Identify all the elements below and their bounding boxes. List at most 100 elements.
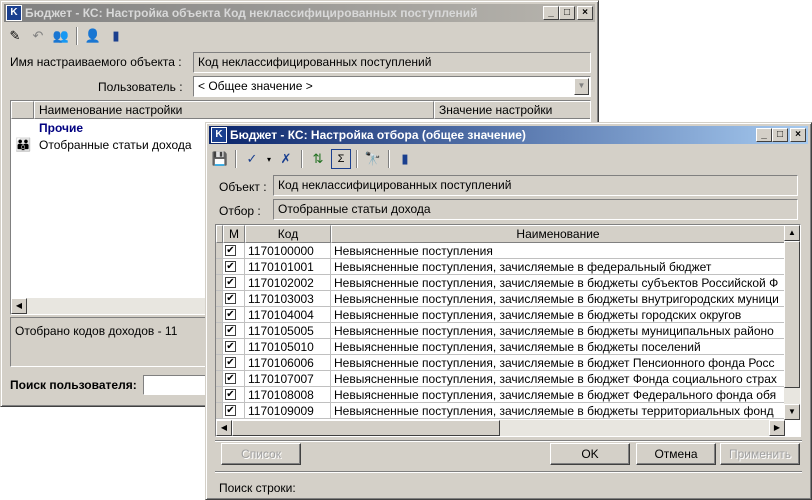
code-cell[interactable]: 1170104004 [245,307,331,323]
name-cell[interactable]: Невыясненные поступления [331,243,785,259]
vertical-scroll-thumb[interactable] [784,241,800,388]
row-selector[interactable] [216,275,223,291]
name-cell[interactable]: Невыясненные поступления, зачисляемые в … [331,403,785,419]
mark-cell[interactable]: ✔ [223,259,245,275]
row-checkbox[interactable]: ✔ [225,325,236,336]
cancel-button[interactable]: Отмена [636,443,716,465]
row-checkbox[interactable]: ✔ [225,341,236,352]
table-row[interactable]: ✔ 1170105010 Невыясненные поступления, зач… [216,339,785,355]
code-cell[interactable]: 1170105010 [245,339,331,355]
list-button[interactable]: Список [221,443,301,465]
name-cell[interactable]: Невыясненные поступления, зачисляемые в … [331,355,785,371]
name-cell[interactable]: Невыясненные поступления, зачисляемые в … [331,259,785,275]
row-selector[interactable] [216,339,223,355]
name-cell[interactable]: Невыясненные поступления, зачисляемые в … [331,307,785,323]
row-checkbox[interactable]: ✔ [225,405,236,416]
row-checkbox[interactable]: ✔ [225,389,236,400]
scroll-left-icon[interactable]: ◀ [11,298,27,314]
row-selector[interactable] [216,403,223,419]
close-button[interactable]: × [790,128,806,142]
name-cell[interactable]: Невыясненные поступления, зачисляемые в … [331,291,785,307]
table-row[interactable]: ✔ 1170104004 Невыясненные поступления, зач… [216,307,785,323]
column-header-code[interactable]: Код [245,225,331,243]
scroll-left-icon[interactable]: ◀ [216,420,232,436]
scroll-right-icon[interactable]: ▶ [769,420,785,436]
row-selector[interactable] [216,387,223,403]
binoculars-icon[interactable]: 🔭 [363,149,383,169]
mark-cell[interactable]: ✔ [223,355,245,371]
row-selector[interactable] [216,259,223,275]
vertical-scrollbar[interactable]: ▲ ▼ [784,225,800,420]
uncheck-all-icon[interactable]: ✗ [276,149,296,169]
table-row[interactable]: ✔ 1170100000 Невыясненные поступления [216,243,785,259]
code-cell[interactable]: 1170101001 [245,259,331,275]
tree-group-other[interactable]: Прочие [39,121,83,135]
row-checkbox[interactable]: ✔ [225,261,236,272]
minimize-button[interactable]: _ [543,6,559,20]
undo-icon[interactable]: ↶ [28,26,48,46]
mark-cell[interactable]: ✔ [223,243,245,259]
row-selector[interactable] [216,291,223,307]
code-cell[interactable]: 1170107007 [245,371,331,387]
table-row[interactable]: ✔ 1170108008 Невыясненные поступления, зач… [216,387,785,403]
users-icon[interactable]: 👥 [51,26,71,46]
mark-cell[interactable]: ✔ [223,291,245,307]
column-header-setting-name[interactable]: Наименование настройки [34,101,434,119]
row-selector[interactable] [216,371,223,387]
table-row[interactable]: ✔ 1170109009 Невыясненные поступления, зач… [216,403,785,419]
column-header-name[interactable]: Наименование [331,225,785,243]
name-cell[interactable]: Невыясненные поступления, зачисляемые в … [331,275,785,291]
code-cell[interactable]: 1170109009 [245,403,331,419]
code-cell[interactable]: 1170106006 [245,355,331,371]
sum-icon[interactable]: Σ [331,149,351,169]
table-row[interactable]: ✔ 1170102002 Невыясненные поступления, зач… [216,275,785,291]
minimize-button[interactable]: _ [756,128,772,142]
row-checkbox[interactable]: ✔ [225,357,236,368]
row-selector[interactable] [216,355,223,371]
user-icon[interactable]: 👤 [83,26,103,46]
horizontal-scrollbar[interactable]: ◀ ▶ [216,420,785,436]
horizontal-scroll-thumb[interactable] [232,420,500,436]
code-cell[interactable]: 1170103003 [245,291,331,307]
table-row[interactable]: ✔ 1170103003 Невыясненные поступления, зач… [216,291,785,307]
apply-button[interactable]: Применить [720,443,800,465]
mark-cell[interactable]: ✔ [223,387,245,403]
maximize-button[interactable]: □ [772,128,788,142]
dropdown-arrow-icon[interactable]: ▾ [265,149,273,169]
name-cell[interactable]: Невыясненные поступления, зачисляемые в … [331,339,785,355]
row-checkbox[interactable]: ✔ [225,309,236,320]
table-row[interactable]: ✔ 1170101001 Невыясненные поступления, зач… [216,259,785,275]
code-cell[interactable]: 1170102002 [245,275,331,291]
filter-window-titlebar[interactable]: K Бюджет - КС: Настройка отбора (общее з… [209,126,808,144]
scroll-down-icon[interactable]: ▼ [784,404,800,420]
sort-icon[interactable]: ⇅ [308,149,328,169]
table-row[interactable]: ✔ 1170107007 Невыясненные поступления, зач… [216,371,785,387]
tree-item-selected-income[interactable]: Отобранные статьи дохода [39,138,192,152]
exit-door-icon[interactable]: ▮ [395,149,415,169]
exit-door-icon[interactable]: ▮ [106,26,126,46]
horizontal-scrollbar[interactable]: ◀ [11,298,211,314]
code-cell[interactable]: 1170105005 [245,323,331,339]
row-checkbox[interactable]: ✔ [225,245,236,256]
chevron-down-icon[interactable]: ▼ [574,78,589,95]
row-selector[interactable] [216,243,223,259]
column-header-mark[interactable]: М [223,225,245,243]
table-row[interactable]: ✔ 1170106006 Невыясненные поступления, зач… [216,355,785,371]
user-combobox[interactable]: < Общее значение > ▼ [193,76,591,97]
code-cell[interactable]: 1170100000 [245,243,331,259]
mark-cell[interactable]: ✔ [223,371,245,387]
mark-cell[interactable]: ✔ [223,307,245,323]
mark-cell[interactable]: ✔ [223,339,245,355]
table-row[interactable]: ✔ 1170105005 Невыясненные поступления, зач… [216,323,785,339]
mark-cell[interactable]: ✔ [223,275,245,291]
row-selector[interactable] [216,323,223,339]
check-all-icon[interactable]: ✓ [242,149,262,169]
name-cell[interactable]: Невыясненные поступления, зачисляемые в … [331,323,785,339]
row-checkbox[interactable]: ✔ [225,277,236,288]
code-cell[interactable]: 1170108008 [245,387,331,403]
name-cell[interactable]: Невыясненные поступления, зачисляемые в … [331,387,785,403]
maximize-button[interactable]: □ [559,6,575,20]
row-checkbox[interactable]: ✔ [225,293,236,304]
edit-icon[interactable]: ✎ [5,26,25,46]
column-header-setting-value[interactable]: Значение настройки [434,101,590,119]
